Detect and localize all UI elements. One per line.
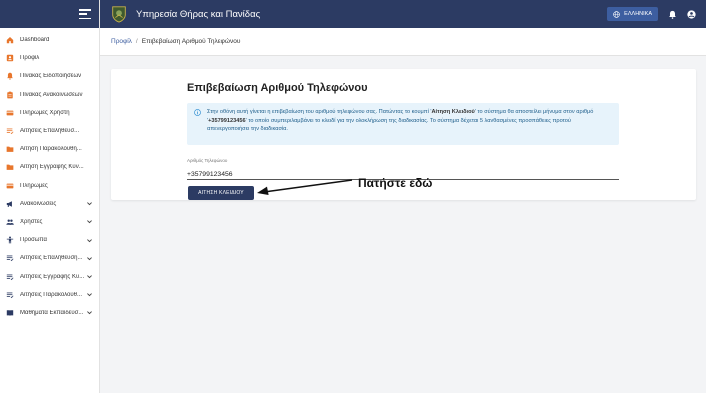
sidebar-header [0, 0, 99, 28]
top-bar: Υπηρεσία Θήρας και Πανίδας ΕΛΛΗΝΙΚΑ [100, 0, 706, 28]
sidebar-item[interactable]: Πίνακας Ειδοποιήσεων [0, 67, 99, 85]
info-bold-button-name: Αίτηση Κλειδιού [431, 109, 475, 115]
chevron-down-icon[interactable] [86, 309, 93, 316]
sidebar-item[interactable]: Πληρωμές [0, 177, 99, 195]
sidebar-item-label: Αίτηση Παρακολούθη... [20, 146, 82, 153]
info-text: Στην οθόνη αυτή γίνεται η επιβεβαίωση το… [207, 109, 594, 133]
request-key-button[interactable]: ΑΙΤΗΣΗ ΚΛΕΙΔΙΟΥ [188, 186, 254, 200]
sidebar-item[interactable]: Πίνακας Ανακοινώσεων [0, 86, 99, 104]
sidebar-item-label: Πίνακας Ανακοινώσεων [20, 91, 83, 98]
list-icon [6, 128, 14, 135]
folder-icon [6, 165, 14, 171]
sidebar-item[interactable]: Αιτήσεις Επαλήθευσ... [0, 122, 99, 140]
language-button[interactable]: ΕΛΛΗΝΙΚΑ [607, 7, 658, 21]
breadcrumb-profile-link[interactable]: Προφίλ [111, 38, 132, 45]
info-alert: Στην οθόνη αυτή γίνεται η επιβεβαίωση το… [187, 103, 619, 145]
chevron-down-icon[interactable] [86, 218, 93, 225]
account-circle-icon[interactable] [687, 9, 696, 19]
list-icon [6, 292, 14, 298]
card-icon [6, 110, 14, 116]
sidebar-item[interactable]: Αίτηση Εγγραφής Κυν... [0, 158, 99, 176]
info-bold-phone: +35799123456 [208, 117, 246, 124]
sidebar-item-label: Πληρωμές [20, 182, 48, 189]
sidebar-item[interactable]: Αιτήσεις Εγγραφής Κυ... [0, 267, 99, 285]
sidebar-item[interactable]: Πληρωμές Χρήστη [0, 104, 99, 122]
sidebar-item-label: Αιτήσεις Εγγραφής Κυ... [20, 273, 85, 280]
list-icon [6, 274, 14, 280]
chevron-down-icon[interactable] [86, 200, 93, 207]
menu-collapse-icon[interactable] [79, 9, 91, 19]
person-icon [6, 236, 14, 244]
users-icon [6, 219, 14, 225]
sidebar-item-label: Προφίλ [20, 55, 40, 62]
sidebar-item-label: Χρήστες [20, 218, 43, 225]
page-title: Επιβεβαίωση Αριθμού Τηλεφώνου [187, 82, 368, 94]
sidebar-item-label: Αιτήσεις Παρακολούθ... [20, 291, 83, 298]
sidebar-item-label: Αίτηση Εγγραφής Κυν... [20, 164, 84, 171]
home-icon [6, 37, 14, 44]
bell-icon [7, 73, 13, 81]
sidebar-item-label: Πληρωμές Χρήστη [20, 109, 70, 116]
phone-field-label: Αριθμός Τηλεφώνου [187, 158, 228, 163]
sidebar-item-label: Αιτήσεις Επαλήθευση... [20, 255, 83, 262]
annotation-text: Πατήστε εδώ [358, 176, 433, 190]
sidebar: Dashboard Προφίλ Πίνακας Ειδοποιήσεων Πίνακ… [0, 0, 100, 393]
sidebar-item[interactable]: Αιτήσεις Επαλήθευση... [0, 249, 99, 267]
megaphone-icon [6, 201, 12, 207]
app-title: Υπηρεσία Θήρας και Πανίδας [136, 8, 261, 20]
breadcrumb-separator: / [135, 38, 138, 45]
list-icon [6, 255, 14, 262]
book-icon [6, 310, 14, 316]
sidebar-item-label: Dashboard [20, 37, 50, 44]
logo-emblem-icon [112, 6, 126, 23]
profile-icon [6, 55, 14, 62]
globe-icon [613, 10, 620, 18]
info-icon [194, 109, 201, 116]
breadcrumb-current: Επιβεβαίωση Αριθμού Τηλεφώνου [141, 38, 241, 45]
sidebar-item[interactable]: Προφίλ [0, 49, 99, 67]
sidebar-item[interactable]: Dashboard [0, 31, 99, 49]
breadcrumb: Προφίλ / Επιβεβαίωση Αριθμού Τηλεφώνου [100, 28, 706, 56]
folder-icon [6, 146, 14, 153]
sidebar-item-label: Πρόσωπα [20, 237, 47, 244]
chevron-down-icon[interactable] [86, 237, 93, 244]
sidebar-item-label: Ανακοινώσεις [20, 200, 57, 207]
sidebar-item-label: Μαθήματα Εκπαίδευσ... [20, 309, 84, 316]
sidebar-item[interactable]: Ανακοινώσεις [0, 195, 99, 213]
sidebar-item-label: Πίνακας Ειδοποιήσεων [20, 73, 82, 80]
sidebar-nav: Dashboard Προφίλ Πίνακας Ειδοποιήσεων Πίνακ… [0, 28, 99, 322]
notifications-bell-icon[interactable] [668, 10, 677, 19]
sidebar-item-label: Αιτήσεις Επαλήθευσ... [20, 128, 80, 135]
sidebar-item[interactable]: Αίτηση Παρακολούθη... [0, 140, 99, 158]
chevron-down-icon[interactable] [86, 273, 93, 280]
chevron-down-icon[interactable] [86, 255, 93, 262]
sidebar-item[interactable]: Πρόσωπα [0, 231, 99, 249]
chevron-down-icon[interactable] [86, 291, 93, 298]
annotation-arrow-icon [257, 179, 353, 195]
sidebar-item[interactable]: Αιτήσεις Παρακολούθ... [0, 286, 99, 304]
card-icon [6, 183, 14, 188]
sidebar-item[interactable]: Χρήστες [0, 213, 99, 231]
clipboard-icon [7, 91, 13, 99]
sidebar-item[interactable]: Μαθήματα Εκπαίδευσ... [0, 304, 99, 322]
language-label: ΕΛΛΗΝΙΚΑ [624, 11, 652, 17]
